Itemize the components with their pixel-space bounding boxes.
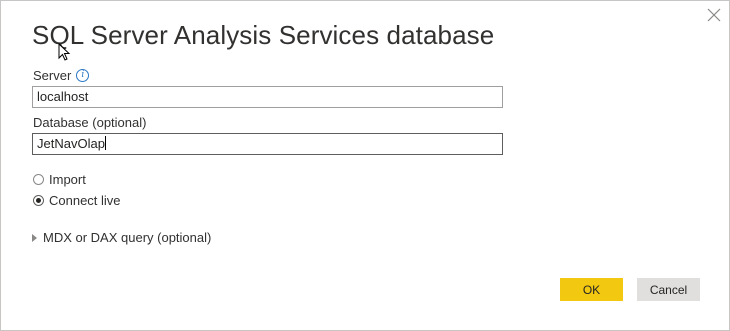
server-input[interactable]: localhost — [32, 86, 503, 108]
radio-import-label: Import — [49, 172, 86, 187]
database-label: Database (optional) — [33, 115, 147, 130]
database-input-value: JetNavOlap — [37, 136, 105, 151]
dialog-title: SQL Server Analysis Services database — [32, 20, 495, 50]
close-icon — [707, 8, 721, 22]
server-label: Server — [33, 68, 72, 83]
database-input[interactable]: JetNavOlap — [32, 133, 503, 155]
radio-connect-live-label: Connect live — [49, 193, 121, 208]
server-label-row: Server i — [33, 68, 90, 83]
cancel-button[interactable]: Cancel — [637, 278, 700, 301]
sql-server-analysis-services-dialog: SQL Server Analysis Services database Se… — [0, 0, 730, 331]
radio-connect-live-circle[interactable] — [33, 195, 44, 206]
radio-connect-live[interactable]: Connect live — [33, 193, 121, 208]
mouse-pointer-icon — [58, 43, 70, 61]
chevron-right-icon — [32, 233, 37, 242]
mdx-dax-query-expander[interactable]: MDX or DAX query (optional) — [32, 230, 211, 245]
server-input-value: localhost — [37, 89, 89, 104]
radio-import[interactable]: Import — [33, 172, 86, 187]
radio-import-circle[interactable] — [33, 174, 44, 185]
mdx-dax-query-label: MDX or DAX query (optional) — [43, 230, 212, 245]
close-button[interactable] — [701, 4, 727, 26]
text-caret — [104, 136, 106, 150]
info-icon[interactable]: i — [76, 69, 90, 82]
ok-button[interactable]: OK — [560, 278, 623, 301]
